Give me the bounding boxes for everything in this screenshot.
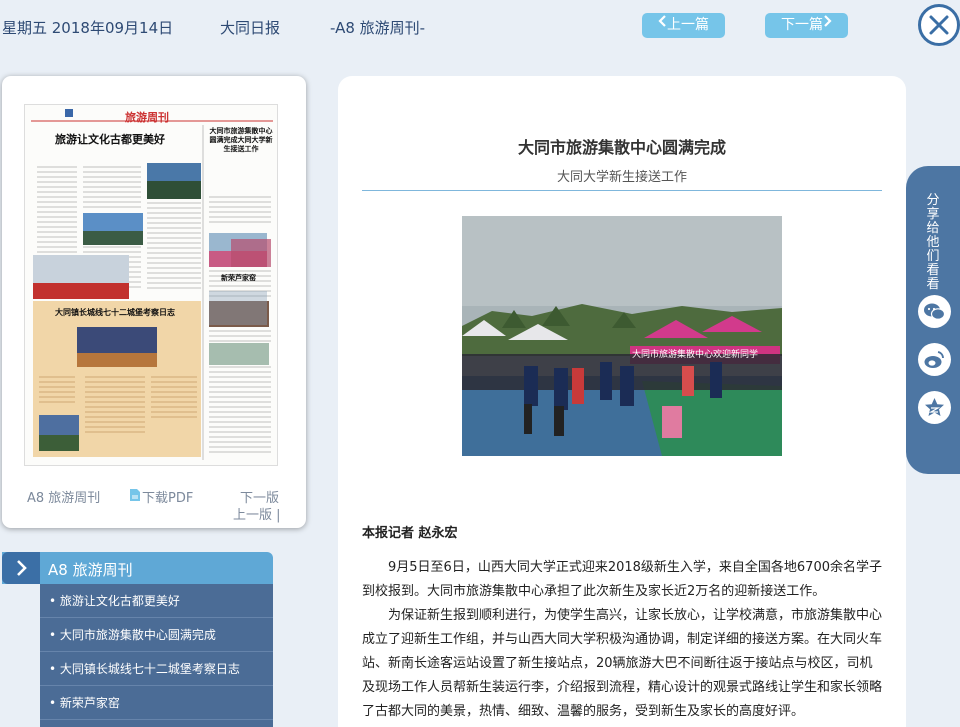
- article-list-item[interactable]: • 大同镇长城线七十二城堡考察日志: [40, 652, 273, 686]
- article-panel: 大同市旅游集散中心圆满完成 大同大学新生接送工作 大同市旅游集散中心欢迎新同学 …: [338, 76, 906, 727]
- edition-menu-title: A8 旅游周刊: [48, 561, 133, 579]
- issue-date: 星期五 2018年09月14日: [2, 19, 174, 37]
- pdf-file-icon: [128, 488, 142, 506]
- wechat-icon: [924, 303, 946, 320]
- share-label: 分享给他们看看: [926, 193, 940, 292]
- favorite-icon: [925, 398, 944, 416]
- close-button[interactable]: [918, 4, 960, 46]
- byline: 本报记者 赵永宏: [362, 526, 458, 541]
- share-wechat-button[interactable]: [918, 295, 951, 328]
- title-divider: [362, 190, 882, 191]
- edition-label: -A8 旅游周刊-: [330, 19, 426, 37]
- article-list-item-label: 大同市旅游集散中心圆满完成: [59, 628, 216, 642]
- thumb-small-title: 新荣芦家窑: [221, 274, 256, 282]
- next-article-button[interactable]: 下一篇: [765, 13, 848, 38]
- article-list-item-label: 新荣芦家窑: [59, 696, 120, 710]
- article-paragraph: 9月5日至6日，山西大同大学正式迎来2018级新生入学，来自全国各地6700余名…: [362, 560, 882, 599]
- thumb-section-title: 大同镇长城线七十二城堡考察日志: [55, 308, 175, 317]
- student-welcome-photo: [462, 216, 782, 456]
- article-subtitle: 大同大学新生接送工作: [556, 170, 687, 185]
- article-body: 9月5日至6日，山西大同大学正式迎来2018级新生入学，来自全国各地6700余名…: [362, 556, 884, 724]
- download-pdf-link[interactable]: 下载PDF: [128, 487, 193, 506]
- prev-article-button[interactable]: 上一篇: [642, 13, 725, 38]
- article-list-item-label: 旅游让文化古都更美好: [59, 594, 180, 608]
- thumb-side-title: 大同市旅游集散中心圆满完成大同大学新生接送工作: [209, 127, 273, 153]
- close-icon: [929, 15, 949, 35]
- article-list-item[interactable]: • 新荣芦家窑: [40, 686, 273, 720]
- prev-page-link[interactable]: 上一版 |: [233, 504, 281, 523]
- share-panel: 分享给他们看看: [906, 166, 960, 474]
- thumb-edition-label[interactable]: A8 旅游周刊: [27, 487, 100, 506]
- article-paragraph: 为保证新生报到顺利进行，为使学生高兴，让家长放心，让学校满意，市旅游集散中心成立…: [362, 608, 883, 719]
- download-pdf-label: 下载PDF: [142, 491, 194, 506]
- chevron-right-icon: [823, 11, 832, 36]
- weibo-icon: [924, 351, 944, 368]
- thumb-masthead: 旅游周刊: [125, 111, 169, 124]
- article-photo[interactable]: 大同市旅游集散中心欢迎新同学: [462, 216, 782, 456]
- article-list-item-label: 大同镇长城线七十二城堡考察日志: [59, 662, 240, 676]
- menu-chevron-right-icon: [2, 552, 40, 584]
- newspaper-layout: [25, 105, 277, 465]
- newspaper-page-thumbnail[interactable]: 旅游周刊 旅游让文化古都更美好 大同市旅游集散中心圆满完成大同大学新生接送工作 …: [24, 104, 278, 466]
- article-title: 大同市旅游集散中心圆满完成: [517, 138, 726, 157]
- edition-menu-header[interactable]: A8 旅游周刊: [2, 552, 273, 584]
- next-article-label: 下一篇: [781, 17, 823, 33]
- paper-name: 大同日报: [220, 19, 281, 37]
- share-favorite-button[interactable]: [918, 391, 951, 424]
- thumb-main-title: 旅游让文化古都更美好: [55, 133, 165, 146]
- prev-article-label: 上一篇: [667, 17, 709, 33]
- top-bar: 星期五 2018年09月14日 大同日报 -A8 旅游周刊- 上一篇 下一篇: [0, 0, 960, 52]
- article-list-item[interactable]: • 大同市旅游集散中心圆满完成: [40, 618, 273, 652]
- article-list-item[interactable]: • 旅游让文化古都更美好: [40, 584, 273, 618]
- photo-banner-text: 大同市旅游集散中心欢迎新同学: [632, 350, 759, 360]
- share-weibo-button[interactable]: [918, 343, 951, 376]
- chevron-left-icon: [658, 11, 667, 36]
- article-list: • 旅游让文化古都更美好 • 大同市旅游集散中心圆满完成 • 大同镇长城线七十二…: [40, 584, 273, 727]
